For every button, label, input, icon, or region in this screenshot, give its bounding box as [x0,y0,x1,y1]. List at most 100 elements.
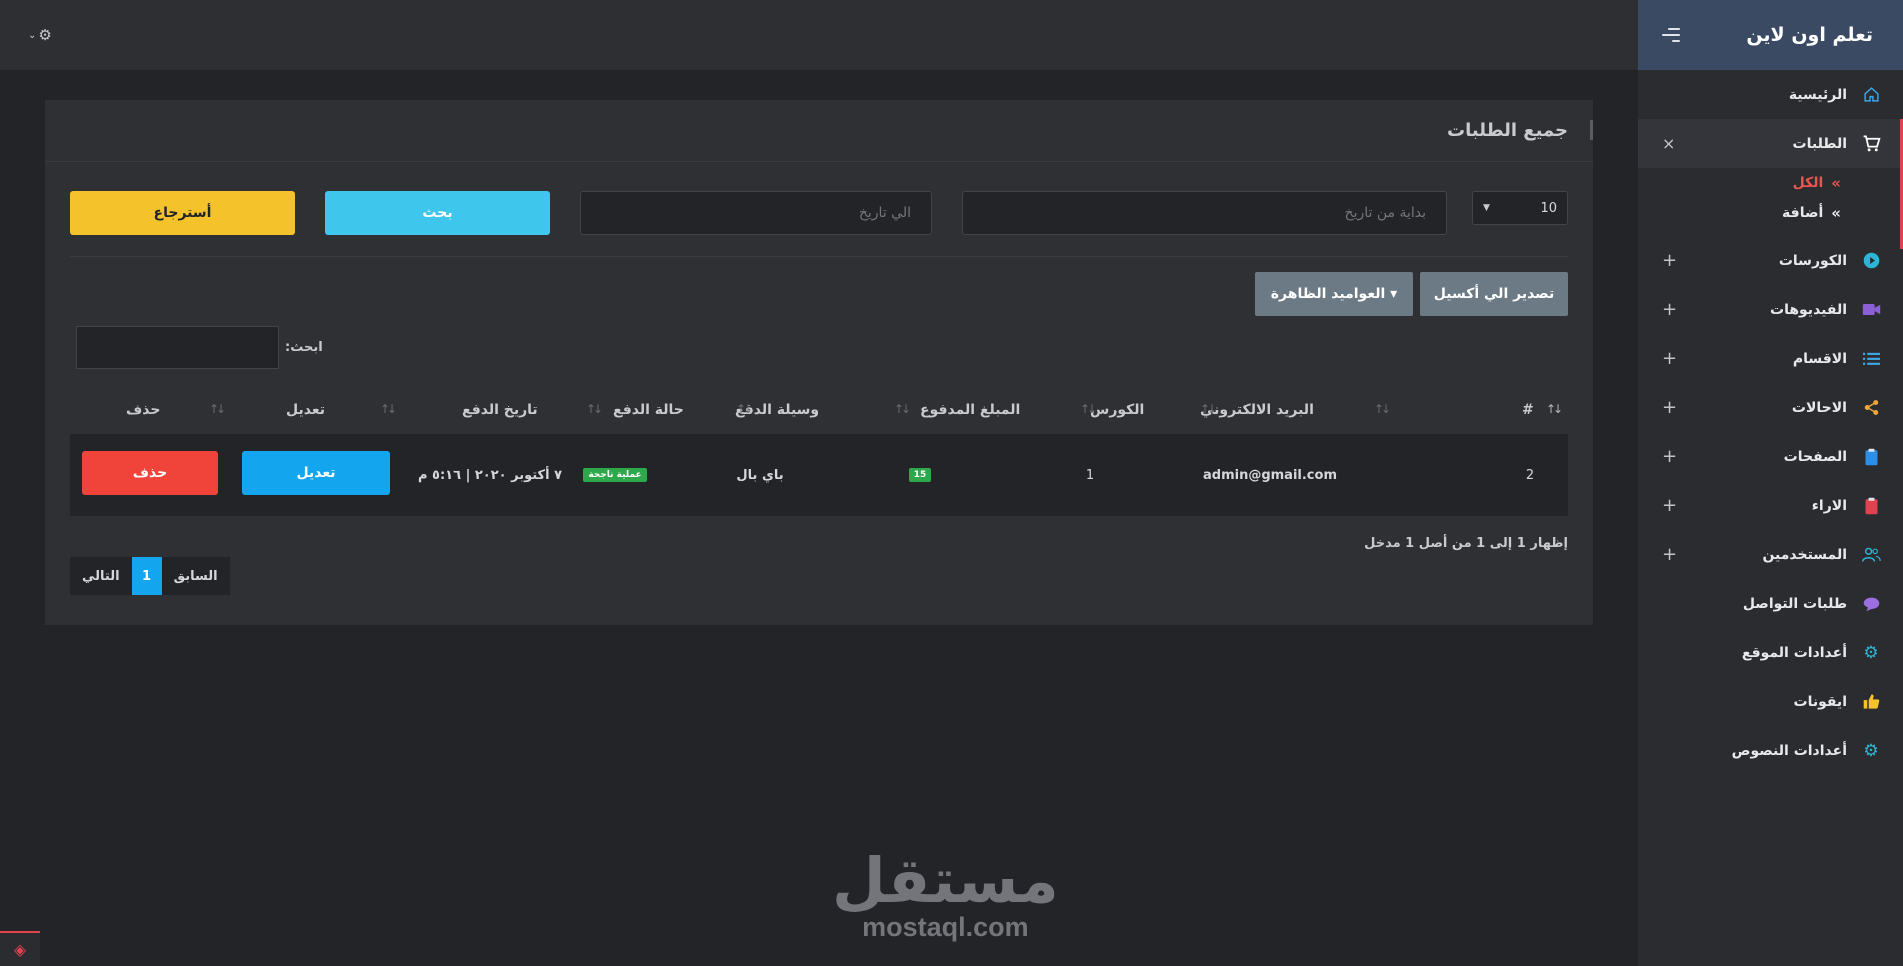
sidebar-item-videos[interactable]: الفيديوهات + [1638,285,1903,334]
plus-icon[interactable]: + [1662,544,1677,565]
from-date-input[interactable] [962,191,1447,235]
double-chevron-icon: « [1831,204,1841,222]
debugbar-toggle[interactable]: ◈ [0,931,40,966]
sidebar-nav: الرئيسية الطلبات × « الكل « أضافة الكورس… [1638,70,1903,775]
cell-course: 1 [1085,467,1095,483]
users-icon [1861,545,1881,565]
sidebar-item-pages[interactable]: الصفحات + [1638,432,1903,481]
edit-button[interactable]: تعديل [242,451,390,495]
table-header: ↑↓ # ↑↓ البريد الالكتروني ↑↓ الكورس ↑↓ ا… [70,386,1568,434]
sidebar-item-label: ايقونات [1793,693,1848,710]
next-page-link[interactable]: التالي [70,557,132,595]
column-header-delete[interactable]: حذف [126,386,160,434]
sort-icon[interactable]: ↑↓ [736,402,753,416]
sidebar-item-site-settings[interactable]: ⚙ أعدادات الموقع [1638,628,1903,677]
submenu-item-add[interactable]: « أضافة [1638,198,1841,228]
plus-icon[interactable]: + [1662,250,1677,271]
prev-page-link[interactable]: السابق [162,557,230,595]
sort-icon[interactable]: ↑↓ [1374,402,1391,416]
sort-icon[interactable]: ↑↓ [1546,402,1563,416]
sort-icon[interactable]: ↑↓ [209,402,226,416]
top-bar: ⌄ ⚙ [0,0,1638,70]
sidebar-item-label: الطلبات [1792,135,1847,152]
watermark-arabic: مستقل [832,844,1059,917]
divider [70,256,1568,257]
panel-header: جميع الطلبات [45,100,1593,162]
cell-date: ٧ أكتوبر ٢٠٢٠ | ٥:١٦ م [417,467,563,483]
sidebar-item-referrals[interactable]: الاحالات + [1638,383,1903,432]
sidebar-item-reviews[interactable]: الاراء + [1638,481,1903,530]
gear-icon: ⚙ [1863,642,1879,663]
status-badge: عملية ناجحة [583,468,647,482]
column-header-edit[interactable]: تعديل [286,386,325,434]
sidebar-item-label: الفيديوهات [1770,301,1847,318]
restore-button[interactable]: أسترجاع [70,191,295,235]
search-button[interactable]: بحث [325,191,550,235]
share-icon [1861,398,1881,418]
page-length-select[interactable]: ▼ 10 [1472,191,1568,225]
page-1-link[interactable]: 1 [131,557,162,595]
table-info: إظهار 1 إلى 1 من أصل 1 مدخل [1364,536,1568,551]
column-header-email[interactable]: البريد الالكتروني [1200,386,1314,434]
cell-amount: 15 [880,434,960,516]
sort-icon[interactable]: ↑↓ [380,402,397,416]
sort-icon[interactable]: ↑↓ [1200,402,1217,416]
cart-icon [1861,134,1881,154]
column-header-course[interactable]: الكورس [1090,386,1144,434]
settings-dropdown-toggle[interactable]: ⌄ ⚙ [28,24,52,46]
sidebar-item-text-settings[interactable]: ⚙ أعدادات النصوص [1638,726,1903,775]
plus-icon[interactable]: + [1662,348,1677,369]
caret-down-icon: ▼ [1483,203,1490,213]
sort-icon[interactable]: ↑↓ [1080,402,1097,416]
list-icon [1861,349,1881,369]
brand-title: تعلم اون لاين [1746,24,1873,46]
clipboard-icon [1861,447,1881,467]
submenu-item-label: الكل [1792,175,1824,191]
sidebar-item-icons[interactable]: ايقونات [1638,677,1903,726]
page-title: جميع الطلبات [1447,120,1568,141]
submenu-item-all[interactable]: « الكل [1638,168,1841,198]
orders-submenu: « الكل « أضافة [1638,168,1903,236]
orders-table: ↑↓ # ↑↓ البريد الالكتروني ↑↓ الكورس ↑↓ ا… [70,386,1568,516]
visible-columns-button[interactable]: العواميد الظاهرة ▾ [1255,272,1413,316]
pagination: التالي 1 السابق [70,557,230,595]
gear-icon: ⚙ [1863,740,1879,761]
column-header-status[interactable]: حالة الدفع [613,386,684,434]
export-excel-button[interactable]: تصدير الي أكسيل [1420,272,1568,316]
sidebar-item-label: الرئيسية [1788,86,1847,103]
sidebar-item-sections[interactable]: الاقسام + [1638,334,1903,383]
chevron-down-icon: ⌄ [28,29,37,41]
sidebar-item-users[interactable]: المستخدمين + [1638,530,1903,579]
chat-icon [1861,594,1881,614]
sidebar-item-label: الاقسام [1792,350,1847,367]
table-search-input[interactable] [76,326,279,369]
double-chevron-icon: « [1831,174,1841,192]
sort-icon[interactable]: ↑↓ [586,402,603,416]
home-icon [1861,85,1881,105]
sidebar-item-label: الاحالات [1791,399,1847,416]
brand-bar: تعلم اون لاين [1638,0,1903,70]
sort-icon[interactable]: ↑↓ [894,402,911,416]
sidebar-item-orders[interactable]: الطلبات × [1638,119,1903,249]
page-length-value: 10 [1540,200,1557,216]
column-header-id[interactable]: # [1522,386,1534,434]
watermark: مستقل mostaql.com [832,844,1059,943]
column-header-amount[interactable]: المبلغ المدفوع [920,386,1020,434]
to-date-input[interactable] [580,191,932,235]
plus-icon[interactable]: + [1662,299,1677,320]
plus-icon[interactable]: + [1662,495,1677,516]
thumbs-up-icon [1861,692,1881,712]
plus-icon[interactable]: + [1662,446,1677,467]
sidebar-item-contact-requests[interactable]: طلبات التواصل [1638,579,1903,628]
menu-toggle-icon[interactable] [1660,28,1680,42]
sidebar-item-home[interactable]: الرئيسية [1638,70,1903,119]
gear-icon: ⚙ [38,26,52,44]
column-header-date[interactable]: تاريخ الدفع [462,386,538,434]
sidebar-item-courses[interactable]: الكورسات + [1638,236,1903,285]
sidebar-item-label: الكورسات [1778,252,1847,269]
plus-icon[interactable]: + [1662,397,1677,418]
delete-button[interactable]: حذف [82,451,218,495]
sidebar-item-label: أعدادات الموقع [1741,644,1847,661]
close-icon[interactable]: × [1662,134,1675,153]
orders-panel: جميع الطلبات أسترجاع بحث ▼ 10 العواميد ا… [45,100,1593,625]
